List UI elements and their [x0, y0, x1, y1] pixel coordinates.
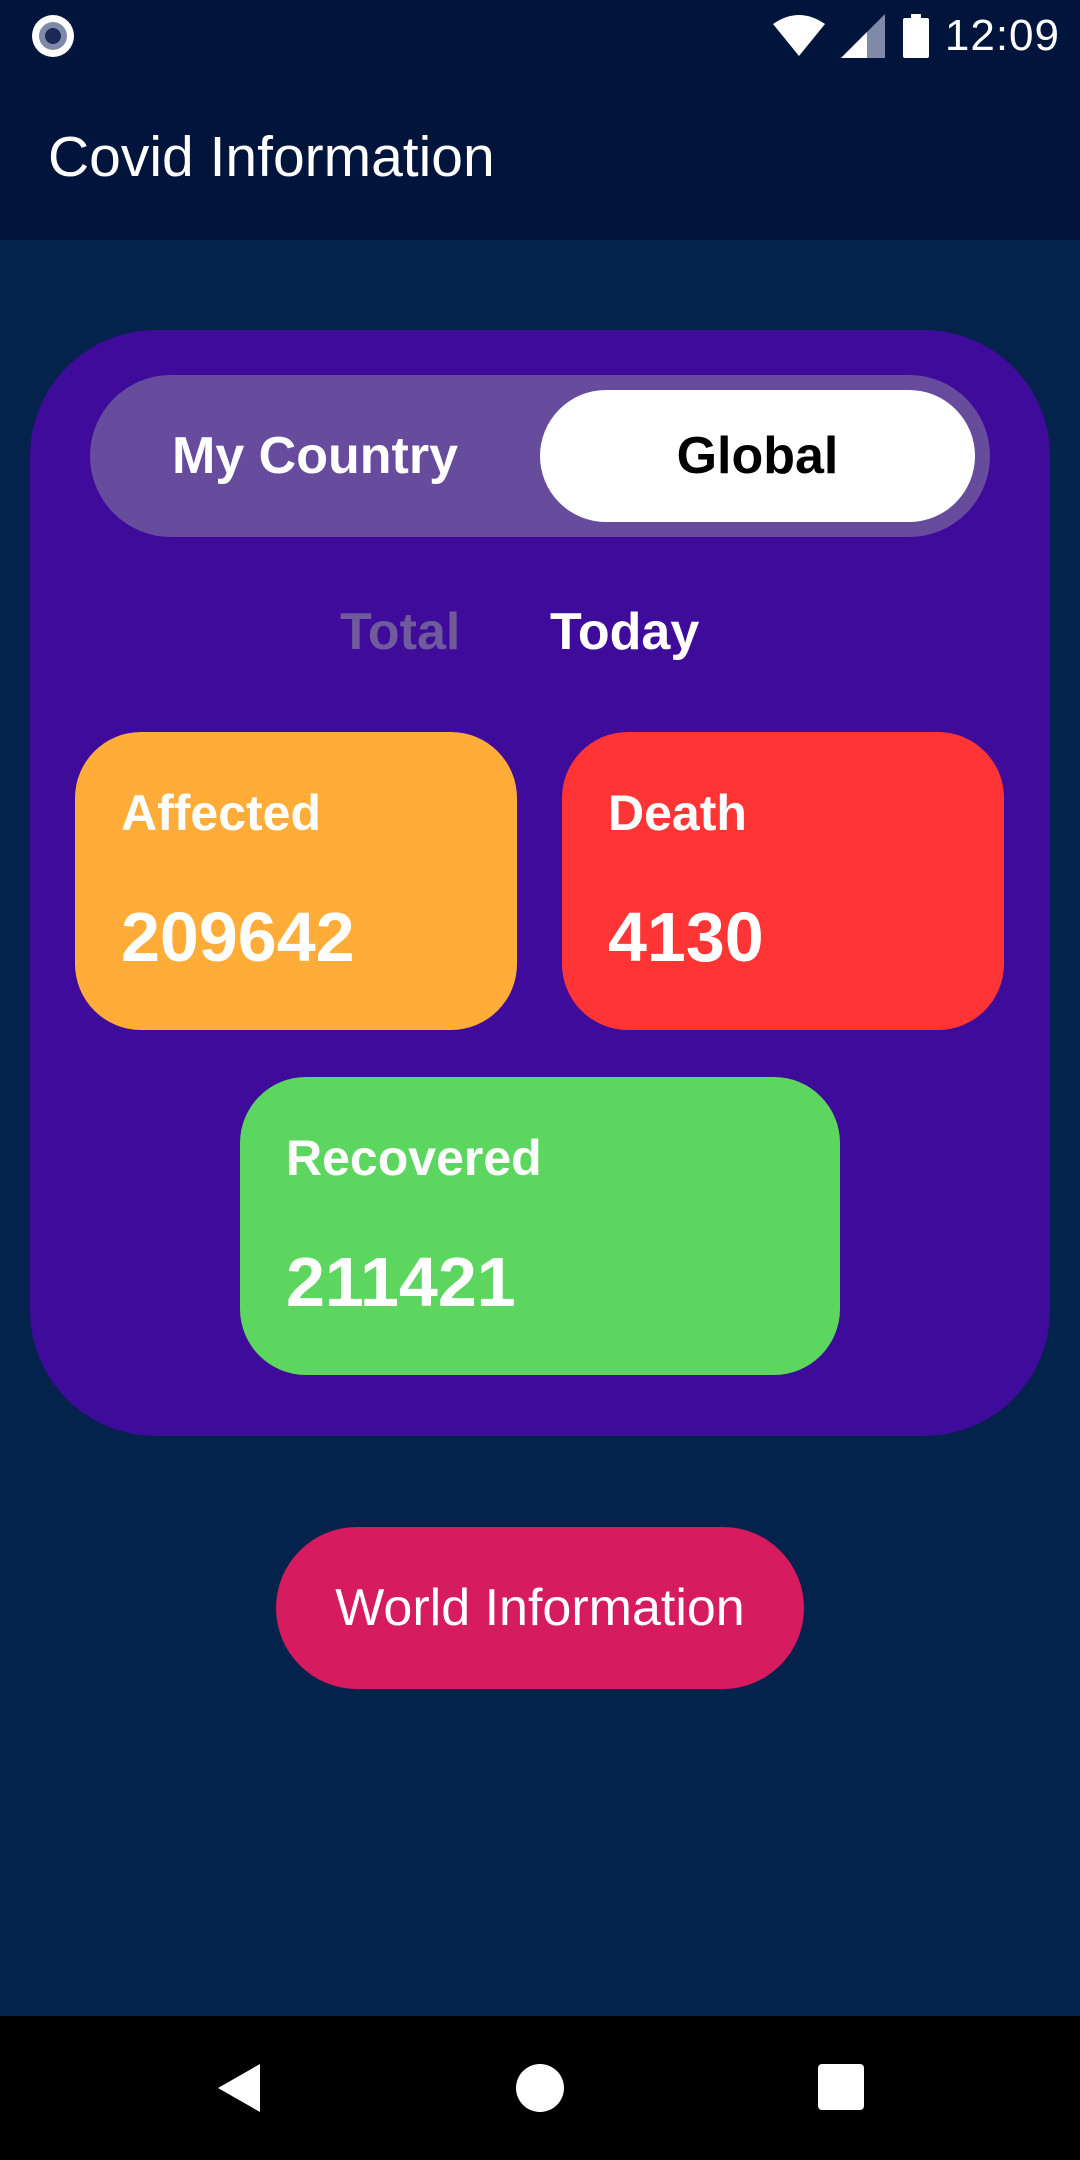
recovered-value: 211421	[286, 1243, 516, 1321]
app-title: Covid Information	[48, 125, 495, 189]
region-toggle: My Country Global	[90, 375, 990, 537]
affected-value: 209642	[121, 898, 355, 976]
recents-icon[interactable]	[818, 2064, 864, 2110]
recovered-card: Recovered 211421	[240, 1077, 840, 1375]
wifi-icon	[772, 15, 825, 56]
back-icon[interactable]	[218, 2064, 260, 2112]
toggle-my-country[interactable]: My Country	[120, 390, 510, 522]
signal-icon	[840, 14, 885, 58]
world-information-button[interactable]: World Information	[276, 1527, 804, 1689]
death-card: Death 4130	[562, 732, 1004, 1030]
death-value: 4130	[608, 898, 764, 976]
home-icon[interactable]	[516, 2064, 564, 2112]
affected-card: Affected 209642	[75, 732, 517, 1030]
status-right: 12:09	[772, 0, 1060, 72]
stats-card: My Country Global Total Today Affected 2…	[30, 330, 1050, 1436]
app-bar: Covid Information	[0, 72, 1080, 240]
status-bar: 12:09	[0, 0, 1080, 72]
affected-label: Affected	[121, 785, 322, 841]
battery-icon	[902, 14, 929, 58]
status-time: 12:09	[944, 11, 1060, 60]
death-label: Death	[608, 785, 747, 841]
toggle-global[interactable]: Global	[540, 390, 975, 522]
tab-today[interactable]: Today	[550, 602, 699, 662]
recovered-label: Recovered	[286, 1130, 542, 1186]
screen: 12:09 Covid Information My Country Globa…	[0, 0, 1080, 2160]
tab-total[interactable]: Total	[340, 602, 460, 662]
nav-bar	[0, 2016, 1080, 2160]
record-icon	[32, 15, 74, 57]
